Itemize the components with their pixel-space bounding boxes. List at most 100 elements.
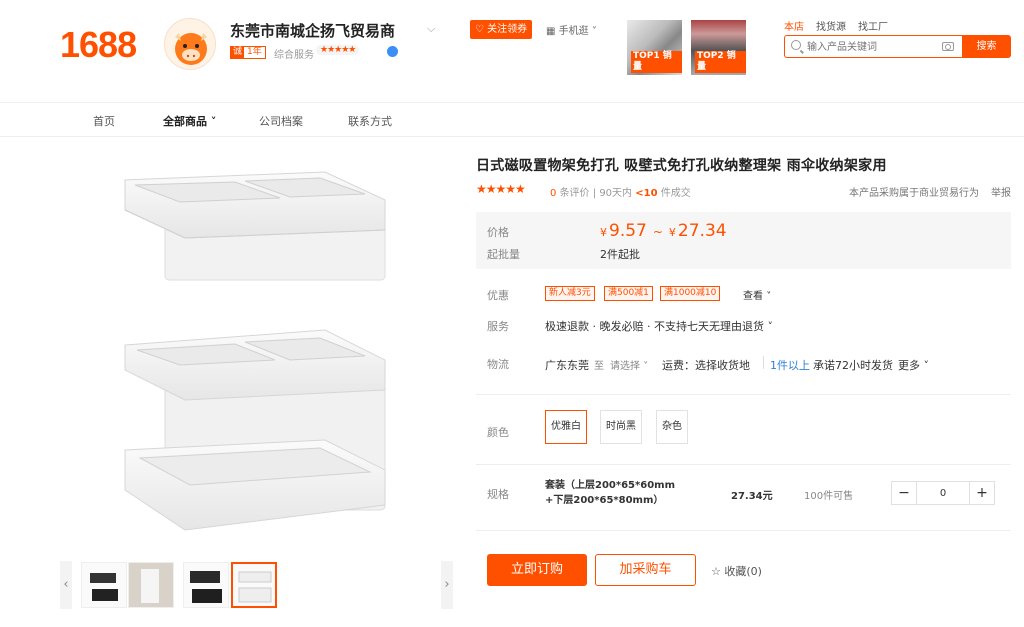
- thumbnail-1[interactable]: [81, 562, 127, 608]
- thumb-image: [90, 573, 118, 601]
- thumbnail-4[interactable]: [231, 562, 277, 608]
- currency-symbol: ¥: [600, 226, 607, 239]
- chevron-down-icon: ˅: [923, 359, 930, 372]
- qrcode-icon: ▦: [546, 26, 556, 37]
- chevron-right-icon[interactable]: ›: [441, 561, 453, 609]
- promo-tag[interactable]: 满500减1: [604, 286, 653, 301]
- scope-tab-factory[interactable]: 找工厂: [858, 18, 888, 33]
- scope-tab-shop[interactable]: 本店: [784, 18, 804, 33]
- order-now-button[interactable]: 立即订购: [487, 554, 587, 586]
- sold-period: 90天内: [599, 188, 633, 199]
- camera-icon[interactable]: [942, 42, 954, 51]
- sold-count: <10: [635, 188, 658, 199]
- site-logo[interactable]: 1688: [60, 24, 137, 66]
- subnav-all-products[interactable]: 全部商品 ˅: [163, 113, 216, 129]
- moq-value: 2件起批: [600, 248, 640, 261]
- scope-tab-source[interactable]: 找货源: [816, 18, 846, 33]
- business-note: 本产品采购属于商业贸易行为: [849, 188, 979, 199]
- logistics-label: 物流: [487, 358, 509, 371]
- delivery-promise: 承诺72小时发货: [813, 359, 893, 372]
- shop-years-text: 1年: [247, 47, 262, 57]
- divider: [476, 530, 1011, 531]
- ship-to-value: 请选择: [610, 361, 640, 372]
- shop-years-badge: 诚 1年: [230, 46, 266, 59]
- ship-from: 广东东莞: [545, 359, 589, 372]
- chevron-down-icon[interactable]: ⌵: [427, 22, 435, 36]
- follow-button[interactable]: ♡ 关注领券: [470, 20, 533, 39]
- freight-info: 运费：选择收货地: [662, 359, 750, 372]
- chevron-down-icon: ˅: [767, 320, 773, 333]
- search-box: [784, 35, 962, 58]
- shop-avatar[interactable]: [164, 18, 216, 70]
- top-tag: TOP1 销量: [631, 51, 682, 73]
- product-title: 日式磁吸置物架免打孔 吸壁式免打孔收纳整理架 雨伞收纳架家用: [476, 158, 887, 174]
- price-range: ¥9.57 ~ ¥27.34: [600, 221, 727, 241]
- quantity-stepper: − +: [891, 481, 995, 505]
- top-product-2[interactable]: TOP2 销量: [691, 20, 746, 75]
- follow-label: 关注领券: [487, 24, 528, 35]
- subnav-company[interactable]: 公司档案: [259, 113, 303, 129]
- mobile-label: 手机逛: [558, 26, 589, 37]
- promo-view-button[interactable]: 查看 ˅: [743, 287, 771, 302]
- price-low: 9.57: [609, 221, 647, 241]
- main-product-image[interactable]: [95, 160, 415, 540]
- price-high: 27.34: [677, 221, 727, 241]
- shop-subnav: 首页 全部商品 ˅ 公司档案 联系方式: [0, 103, 1024, 137]
- search-button[interactable]: 搜索: [962, 35, 1011, 58]
- divider: [763, 356, 764, 369]
- spec-name-line1: 套装（上层200*65*60mm: [545, 480, 676, 491]
- ship-to-select[interactable]: 请选择 ˅: [610, 357, 648, 372]
- top-tag: TOP2 销量: [695, 51, 746, 73]
- report-link[interactable]: 举报: [991, 184, 1011, 199]
- service-info[interactable]: 极速退款 · 晚发必赔 · 不支持七天无理由退货 ˅: [545, 318, 773, 334]
- rating-stars: ★★★★★: [316, 45, 360, 55]
- sold-label: 件成交: [660, 188, 691, 199]
- star-icon: ☆: [711, 565, 725, 578]
- thumb-image: [238, 571, 272, 603]
- review-count[interactable]: 0: [550, 188, 556, 199]
- chevron-down-icon: ˅: [210, 115, 217, 128]
- logistics-more-label: 更多: [898, 359, 920, 372]
- shop-name[interactable]: 东莞市南城企扬飞贸易商: [230, 20, 395, 41]
- add-to-cart-button[interactable]: 加采购车: [595, 554, 696, 586]
- chevron-left-icon[interactable]: ‹: [60, 561, 72, 609]
- search-icon: [791, 40, 801, 50]
- chevron-down-icon: ˅: [591, 26, 597, 37]
- logistics-more-button[interactable]: 更多 ˅: [898, 357, 929, 373]
- thumbnail-2[interactable]: [128, 562, 174, 608]
- minus-icon[interactable]: −: [892, 482, 916, 504]
- subnav-contact[interactable]: 联系方式: [348, 113, 392, 129]
- color-option-mixed[interactable]: 杂色: [656, 410, 688, 444]
- quantity-input[interactable]: [916, 482, 970, 504]
- verified-badge-icon: [387, 46, 398, 57]
- mobile-link[interactable]: ▦ 手机逛 ˅: [546, 22, 597, 37]
- chevron-down-icon: ˅: [766, 291, 772, 302]
- shop-header: 1688 东莞市南城企扬飞贸易商 ⌵ 诚 1年 综合服务 ★★★★★ ♡ 关注领…: [0, 0, 1024, 103]
- heart-icon: ♡: [475, 24, 484, 35]
- thumbnail-strip: ‹ ›: [60, 561, 453, 609]
- color-option-white[interactable]: 优雅白: [545, 410, 587, 444]
- thumbnail-3[interactable]: [183, 562, 229, 608]
- review-summary: 0 条评价 | 90天内 <10 件成交: [550, 184, 691, 199]
- spec-name-line2: +下层200*65*80mm）: [545, 495, 664, 506]
- color-option-black[interactable]: 时尚黑: [600, 410, 642, 444]
- plus-icon[interactable]: +: [970, 482, 994, 504]
- min-qty-link[interactable]: 1件以上: [770, 357, 810, 373]
- promo-label: 优惠: [487, 289, 509, 302]
- bull-mascot-icon: [175, 33, 207, 65]
- favorite-button[interactable]: ☆ 收藏(0): [711, 563, 762, 579]
- promo-tag[interactable]: 新人减3元: [545, 286, 595, 301]
- search-input[interactable]: [807, 39, 937, 55]
- search-scope-tabs: 本店 找货源 找工厂: [784, 18, 888, 33]
- spec-name: 套装（上层200*65*60mm +下层200*65*80mm）: [545, 478, 675, 508]
- moq-label: 起批量: [487, 248, 520, 261]
- shelf-illustration: [124, 171, 386, 531]
- chevron-down-icon: ˅: [643, 361, 649, 372]
- top-product-1[interactable]: TOP1 销量: [627, 20, 682, 75]
- ship-to-label: 至: [594, 361, 604, 372]
- thumb-image: [129, 563, 173, 607]
- subnav-home[interactable]: 首页: [93, 113, 115, 129]
- promo-tag[interactable]: 满1000减10: [660, 286, 721, 301]
- price-label: 价格: [487, 226, 509, 239]
- spec-stock: 100件可售: [804, 491, 854, 502]
